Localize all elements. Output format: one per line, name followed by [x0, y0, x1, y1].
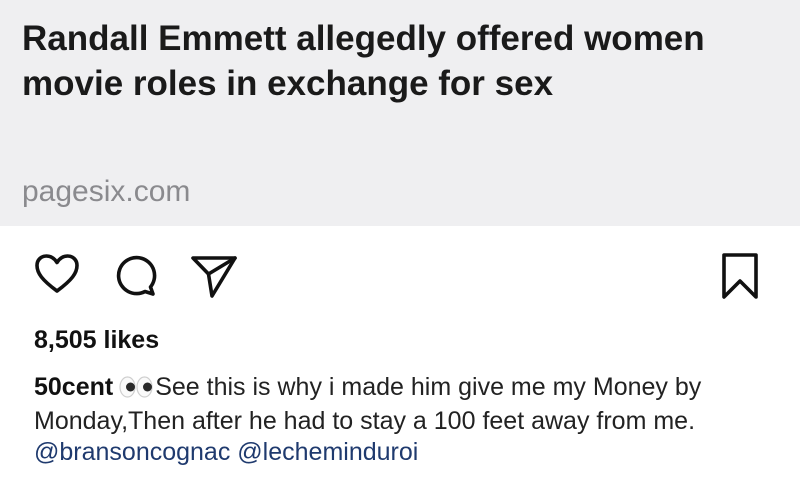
heart-icon[interactable]	[34, 253, 80, 295]
eyes-emoji-icon	[119, 375, 153, 406]
send-icon[interactable]	[190, 253, 238, 299]
link-preview-domain: pagesix.com	[22, 175, 191, 208]
likes-count[interactable]: 8,505 likes	[34, 324, 159, 356]
mention-link[interactable]: @bransoncognac	[34, 438, 230, 466]
comment-icon[interactable]	[112, 252, 158, 298]
post-caption: 50cent See this is why i made him give m…	[34, 372, 774, 468]
link-preview-card[interactable]: Randall Emmett allegedly offered women m…	[0, 0, 800, 226]
post-container: Randall Emmett allegedly offered women m…	[0, 0, 800, 482]
bookmark-icon[interactable]	[720, 252, 760, 300]
link-preview-title[interactable]: Randall Emmett allegedly offered women m…	[22, 16, 762, 106]
mention-link[interactable]: @lecheminduroi	[237, 438, 418, 466]
caption-username[interactable]: 50cent	[34, 373, 113, 401]
post-action-bar	[0, 226, 800, 318]
